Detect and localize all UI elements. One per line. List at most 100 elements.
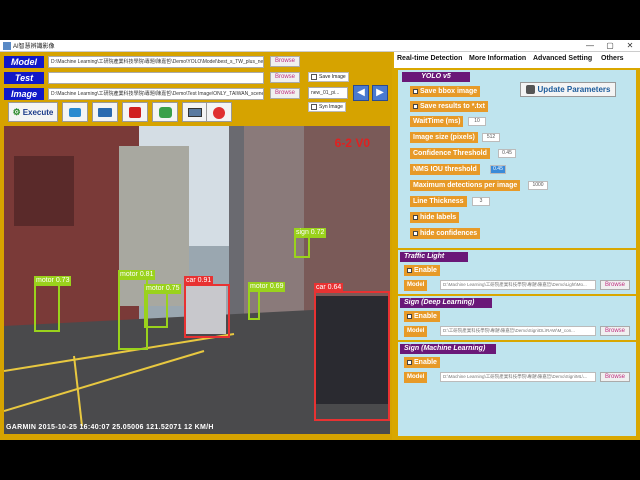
max-detections-input[interactable]: 1000: [528, 181, 548, 190]
close-button[interactable]: ✕: [620, 40, 640, 51]
sign-dl-browse-button[interactable]: Browse: [600, 326, 630, 336]
hide-labels-checkbox[interactable]: hide labels: [410, 212, 460, 223]
update-icon: [525, 85, 535, 94]
app-icon: [3, 42, 11, 50]
traffic-light-title: Traffic Light: [400, 252, 468, 262]
save-image-checkbox[interactable]: Save Image: [308, 72, 349, 82]
sign-dl-panel: Sign (Deep Learning) Enable Model D:\工研院…: [398, 296, 636, 340]
save-bbox-checkbox[interactable]: Save bbox image: [410, 86, 481, 97]
image-size-label: Image size (pixels): [410, 132, 478, 143]
nms-iou-label: NMS IOU threshold: [410, 164, 480, 175]
traffic-light-browse-button[interactable]: Browse: [600, 280, 630, 290]
tab-others[interactable]: Others: [601, 55, 624, 62]
detection-label: motor 0.81: [118, 270, 156, 280]
detection-box: motor 0.73: [34, 276, 72, 332]
title-bar: AI智慧辨識影像 — ▢ ✕: [0, 40, 640, 52]
stop-button[interactable]: [206, 102, 232, 122]
sign-ml-enable-checkbox[interactable]: Enable: [404, 357, 440, 368]
test-label: Test: [4, 72, 44, 84]
letterbox-top: [0, 0, 640, 40]
line-thickness-label: Line Thickness: [410, 196, 467, 207]
red-overlay-text: 6-2 V0: [334, 136, 370, 150]
window-title: AI智慧辨識影像: [13, 44, 55, 50]
dashcam-overlay: GARMIN 2015-10-25 16:40:07 25.05006 121.…: [6, 424, 214, 431]
traffic-light-panel: Traffic Light Enable Model D:\Machine Le…: [398, 250, 636, 294]
detection-label: car 0.91: [184, 276, 214, 286]
model-browse-button[interactable]: Browse: [270, 56, 300, 67]
gallery-icon: [158, 107, 172, 118]
sign-ml-model-label: Model: [404, 372, 428, 383]
detection-box: motor 0.75: [144, 284, 182, 328]
confidence-input[interactable]: 0.45: [498, 149, 516, 158]
prev-arrow-button[interactable]: ◀: [353, 85, 369, 101]
detection-label: motor 0.73: [34, 276, 72, 286]
update-parameters-button[interactable]: Update Parameters: [520, 82, 616, 97]
sign-ml-title: Sign (Machine Learning): [400, 344, 496, 354]
letterbox-bottom: [0, 440, 640, 480]
yolo-title: YOLO v5: [402, 72, 470, 82]
image-select[interactable]: new_01_pi...: [308, 87, 348, 99]
save-results-checkbox[interactable]: Save results to *.txt: [410, 101, 488, 112]
tab-advanced-setting[interactable]: Advanced Setting: [533, 55, 592, 62]
video-camera-icon: [98, 108, 112, 117]
save-image-label: Save Image: [319, 74, 346, 80]
execute-button[interactable]: ⚙ Execute: [8, 102, 58, 122]
maximize-button[interactable]: ▢: [600, 40, 620, 51]
youtube-icon: [129, 107, 141, 118]
checkbox-box: [311, 104, 317, 110]
traffic-light-model-label: Model: [404, 280, 428, 291]
image-path-input[interactable]: D:\Machine Learning\工研院產業科技學院\專題\陳嘉哲\Dem…: [48, 88, 264, 100]
detection-label: motor 0.69: [248, 282, 286, 292]
test-path-input[interactable]: [48, 72, 264, 84]
execute-icon: ⚙: [12, 106, 21, 117]
sign-dl-model-path[interactable]: D:\工研院產業科技學院\專題\陳嘉哲\Demo\Sign\DL\RAW\M_c…: [440, 326, 596, 336]
camera-button[interactable]: [62, 102, 88, 122]
sign-dl-title: Sign (Deep Learning): [400, 298, 492, 308]
detection-box: car 0.64: [314, 283, 390, 421]
sign-ml-browse-button[interactable]: Browse: [600, 372, 630, 382]
hide-confidences-checkbox[interactable]: hide confidences: [410, 228, 481, 239]
syn-image-checkbox[interactable]: Syn Image: [308, 102, 346, 112]
detection-box: motor 0.69: [248, 282, 286, 320]
confidence-label: Confidence Threshold: [410, 148, 490, 159]
model-label: Model: [4, 56, 44, 68]
line-thickness-input[interactable]: 3: [472, 197, 490, 206]
right-panel: Real-time Detection More Information Adv…: [394, 52, 640, 440]
waittime-label: WaitTime (ms): [410, 116, 464, 127]
next-arrow-button[interactable]: ▶: [372, 85, 388, 101]
video-frame: 6-2 V0 motor 0.73 motor 0.81 motor 0.75 …: [4, 126, 390, 434]
monitor-button[interactable]: [182, 102, 208, 122]
model-path-input[interactable]: D:\Machine Learning\工研院產業科技學院\專題\陳嘉哲\Dem…: [48, 56, 264, 68]
traffic-light-enable-checkbox[interactable]: Enable: [404, 265, 440, 276]
detection-label: motor 0.75: [144, 284, 182, 294]
sign-dl-enable-checkbox[interactable]: Enable: [404, 311, 440, 322]
detection-box: car 0.91: [184, 276, 230, 338]
youtube-button[interactable]: [122, 102, 148, 122]
stop-icon: [213, 107, 225, 119]
image-size-input[interactable]: 512: [482, 133, 500, 142]
detection-label: sign 0.72: [294, 228, 327, 238]
yolo-panel: YOLO v5 Update Parameters Save bbox imag…: [398, 70, 636, 248]
left-panel: Model D:\Machine Learning\工研院產業科技學院\專題\陳…: [0, 52, 392, 440]
checkbox-box: [311, 74, 317, 80]
waittime-input[interactable]: 10: [468, 117, 486, 126]
update-label: Update Parameters: [537, 85, 611, 94]
nms-iou-input[interactable]: 0.45: [490, 165, 506, 174]
tab-more-information[interactable]: More Information: [469, 55, 526, 62]
tab-real-time-detection[interactable]: Real-time Detection: [397, 55, 462, 62]
sign-dl-model-label: Model: [404, 326, 428, 337]
minimize-button[interactable]: —: [580, 40, 600, 51]
gallery-button[interactable]: [152, 102, 178, 122]
traffic-light-model-path[interactable]: D:\Machine Learning\工研院產業科技學院\專題\陳嘉哲\Dem…: [440, 280, 596, 290]
syn-image-label: Syn Image: [319, 104, 343, 110]
detection-box: sign 0.72: [294, 228, 327, 258]
test-browse-button[interactable]: Browse: [270, 72, 300, 83]
image-label: Image: [4, 88, 44, 100]
camera-icon: [69, 108, 81, 117]
video-camera-button[interactable]: [92, 102, 118, 122]
tab-bar: Real-time Detection More Information Adv…: [394, 52, 640, 68]
monitor-icon: [188, 108, 202, 117]
sign-ml-model-path[interactable]: D:\Machine Learning\工研院產業科技學院\專題\陳嘉哲\Dem…: [440, 372, 596, 382]
image-browse-button[interactable]: Browse: [270, 88, 300, 99]
detection-label: car 0.64: [314, 283, 344, 293]
